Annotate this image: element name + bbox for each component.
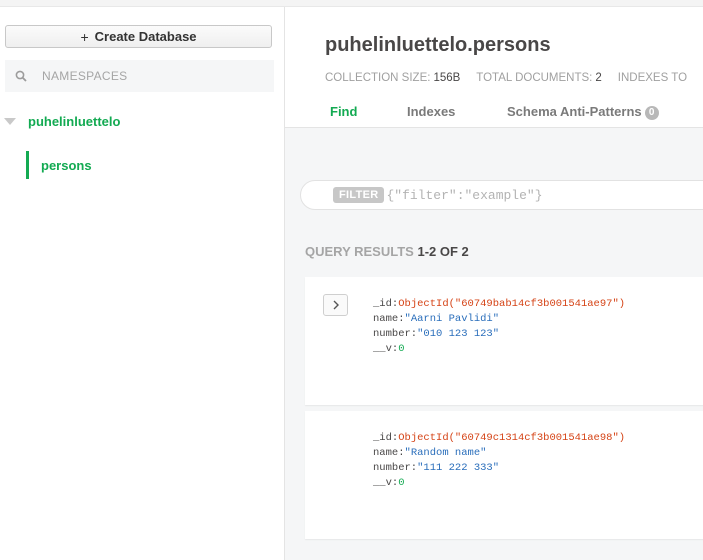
page-title: puhelinluettelo.persons: [325, 34, 551, 56]
document-card[interactable]: _id:ObjectId("60749c1314cf3b001541ae98")…: [305, 411, 703, 539]
namespace-search[interactable]: NAMESPACES: [5, 60, 274, 92]
field-version: __v:0: [373, 343, 405, 355]
stat-value: 156B: [433, 72, 461, 84]
collection-header: puhelinluettelo.persons COLLECTION SIZE:…: [285, 7, 703, 128]
results-title: QUERY RESULTS: [305, 244, 414, 259]
create-database-button[interactable]: + Create Database: [5, 25, 272, 48]
chevron-right-icon: [333, 300, 339, 310]
tab-find[interactable]: Find: [330, 104, 357, 119]
document-fields: _id:ObjectId("60749bab14cf3b001541ae97")…: [373, 297, 625, 357]
filter-bar[interactable]: FILTER {"filter":"example"}: [300, 180, 703, 210]
stat-value: 2: [595, 72, 602, 84]
database-name: puhelinluettelo: [28, 113, 121, 129]
collection-name: persons: [41, 157, 92, 173]
tab-schema-anti-patterns[interactable]: Schema Anti-Patterns 0: [507, 104, 659, 120]
sidebar: + Create Database NAMESPACES puhelinluet…: [0, 7, 285, 560]
sidebar-collection-item[interactable]: persons: [26, 151, 92, 179]
search-icon: [15, 70, 27, 82]
create-database-label: Create Database: [94, 29, 197, 44]
plus-icon: +: [80, 28, 89, 45]
main-panel: puhelinluettelo.persons COLLECTION SIZE:…: [285, 7, 703, 560]
count-badge: 0: [644, 106, 659, 120]
document-card[interactable]: _id:ObjectId("60749bab14cf3b001541ae97")…: [305, 277, 703, 405]
filter-input[interactable]: {"filter":"example"}: [386, 188, 542, 203]
field-id: _id:ObjectId("60749c1314cf3b001541ae98"): [373, 432, 626, 444]
collection-stats: COLLECTION SIZE: 156B TOTAL DOCUMENTS: 2 IND…: [325, 72, 687, 84]
tab-label: Schema Anti-Patterns: [507, 104, 642, 119]
caret-down-icon[interactable]: [4, 117, 16, 125]
document-fields: _id:ObjectId("60749c1314cf3b001541ae98")…: [373, 431, 625, 491]
field-name: name:"Aarni Pavlidi": [373, 313, 500, 325]
field-name: name:"Random name": [373, 447, 487, 459]
field-number: number:"111 222 333": [373, 462, 500, 474]
field-number: number:"010 123 123": [373, 328, 500, 340]
search-placeholder: NAMESPACES: [42, 69, 128, 83]
top-strip: [0, 0, 703, 7]
field-version: __v:0: [373, 477, 405, 489]
tab-bar: Find Indexes Schema Anti-Patterns 0: [285, 104, 703, 126]
stat-label: COLLECTION SIZE:: [325, 72, 431, 84]
stat-label: INDEXES TO: [617, 72, 688, 84]
sidebar-database-item[interactable]: puhelinluettelo: [0, 110, 284, 132]
stat-label: TOTAL DOCUMENTS:: [476, 72, 593, 84]
filter-label: FILTER: [333, 187, 385, 203]
query-results-label: QUERY RESULTS 1-2 OF 2: [305, 244, 469, 259]
results-count: 1-2 OF 2: [417, 244, 469, 259]
field-id: _id:ObjectId("60749bab14cf3b001541ae97"): [373, 298, 626, 310]
tab-indexes[interactable]: Indexes: [407, 104, 455, 119]
expand-document-button[interactable]: [323, 294, 348, 316]
